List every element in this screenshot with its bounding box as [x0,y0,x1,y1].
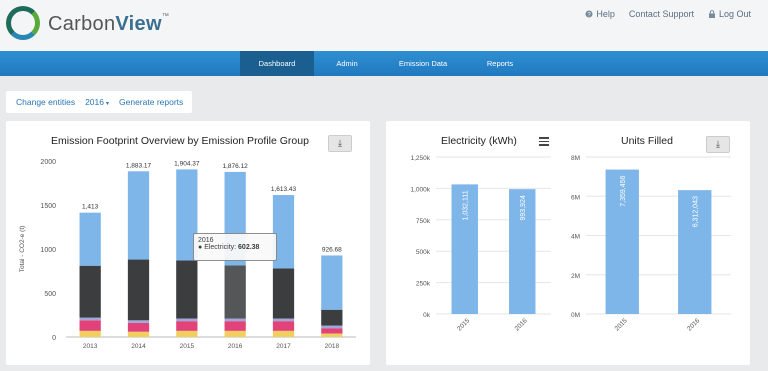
y-tick-label: 1,000k [410,186,430,193]
x-tick-label: 2014 [131,343,146,350]
logo-text-light: Carbon [48,13,116,35]
bar-segment [79,317,101,321]
bar-segment [321,325,343,329]
x-tick-label: 2016 [228,343,243,350]
logout-link-label: Log Out [718,9,751,19]
nav-tab-admin[interactable]: Admin [322,51,372,76]
logout-link[interactable]: Log Out [708,9,751,19]
bar-segment [127,259,150,321]
bar-segment [272,321,295,331]
header-links: ? Help Contact Support Log Out [585,9,751,19]
x-tick-label: 2013 [83,343,98,350]
data-label: 6,312,043 [693,196,700,227]
total-label: 926.68 [322,246,342,253]
bar-segment [79,265,101,318]
bar-segment [224,321,246,331]
bar-segment [321,328,343,334]
x-tick-label: 2016 [514,317,529,332]
electricity-chart: 0k 250k 500k 750k 1,000k 1,250k 1,032,111 2015 9… [410,155,551,333]
help-link[interactable]: ? Help [585,9,615,19]
y-tick-label: 750k [416,218,431,225]
change-entities-link[interactable]: Change entities [16,97,75,107]
help-icon: ? [585,10,593,18]
y-tick-label: 0M [571,312,580,319]
main-navbar: Dashboard Admin Emission Data Reports [0,51,768,76]
y-tick-label: 500k [416,249,431,256]
bar-segment [224,330,246,337]
tooltip-series: Electricity [204,244,235,251]
y-tick-label: 4M [571,234,580,241]
year-select-value: 2016 [85,97,104,107]
x-tick-label: 2015 [180,343,195,350]
data-label: 7,359,456 [620,175,627,206]
y-tick-label: 250k [416,281,431,288]
app-header: CarbonView™ ? Help Contact Support Log Ou… [0,0,768,51]
total-label: 1,883.17 [126,162,152,169]
bar-segment [176,260,198,319]
bar-segment [224,265,246,319]
total-label: 1,413 [82,204,99,211]
logo-text-bold: View [115,13,162,35]
contact-support-link[interactable]: Contact Support [629,9,694,19]
y-axis-label: Total - CO2-e (t) [19,226,26,273]
bar-segment [176,330,198,337]
emission-footprint-chart: 0 500 1000 1500 2000 Total - CO2-e (t) 1,413 20… [19,159,356,350]
y-tick-label: 1,250k [410,155,430,162]
bar-segment [224,318,246,322]
tooltip-year: 2016 [198,237,214,244]
y-tick-label: 2M [571,273,580,280]
app-logo[interactable]: CarbonView™ [48,13,169,36]
bar-segment [272,318,295,322]
bar-segment [272,330,295,337]
emission-footprint-panel: Emission Footprint Overview by Emission … [6,121,370,365]
data-label: 1,032,111 [463,190,470,220]
units-filled-chart: 0M 2M 4M 6M 8M 7,359,456 2015 6,312,043 2016 [571,155,731,333]
bar-segment [79,320,101,331]
bar-segment [127,171,150,260]
bar-segment [321,255,343,310]
bar-segment [321,333,343,337]
entity-toolbar: Change entities 2016 ▾ Generate reports [6,91,192,113]
bar-segment [321,309,343,326]
x-tick-label: 2015 [614,317,629,332]
x-tick-label: 2017 [276,343,291,350]
tooltip-row: ● Electricity: 602.38 [198,244,260,251]
bar-segment [127,331,150,337]
nav-tab-reports[interactable]: Reports [472,51,528,76]
bar-segment [176,321,198,331]
y-tick-label: 8M [571,155,580,162]
y-tick-label: 0 [52,335,56,342]
bar-segment [272,268,295,319]
bar-segment [176,318,198,322]
chevron-down-icon: ▾ [106,101,110,107]
y-tick-label: 500 [44,291,56,298]
nav-tab-dashboard[interactable]: Dashboard [240,51,314,76]
logo-trademark: ™ [161,13,170,20]
y-tick-label: 2000 [40,159,56,166]
year-select[interactable]: 2016 ▾ [85,97,109,107]
bar-segment [79,212,101,266]
x-tick-label: 2015 [456,317,471,332]
logo-icon[interactable] [6,6,40,40]
kpi-panel: Electricity (kWh) Units Filled ⤓ 0k 250k 5… [386,121,750,365]
bar-segment [127,320,150,323]
help-link-label: Help [596,9,615,19]
data-label: 993,924 [520,195,527,220]
nav-tab-emission-data[interactable]: Emission Data [386,51,460,76]
total-label: 1,904.37 [174,160,200,167]
y-tick-label: 1500 [40,203,56,210]
tooltip-value: 602.38 [238,244,260,251]
bar-segment [79,330,101,337]
y-tick-label: 0k [423,312,431,319]
total-label: 1,876.12 [223,163,249,170]
x-tick-label: 2018 [325,343,340,350]
generate-reports-link[interactable]: Generate reports [119,97,183,107]
lock-icon [708,10,715,18]
x-tick-label: 2016 [686,317,701,332]
bar-segment [127,322,150,332]
chart-tooltip: 2016 ● Electricity: 602.38 [193,233,277,261]
total-label: 1,613.43 [271,186,297,193]
y-tick-label: 1000 [40,247,56,254]
y-tick-label: 6M [571,194,580,201]
